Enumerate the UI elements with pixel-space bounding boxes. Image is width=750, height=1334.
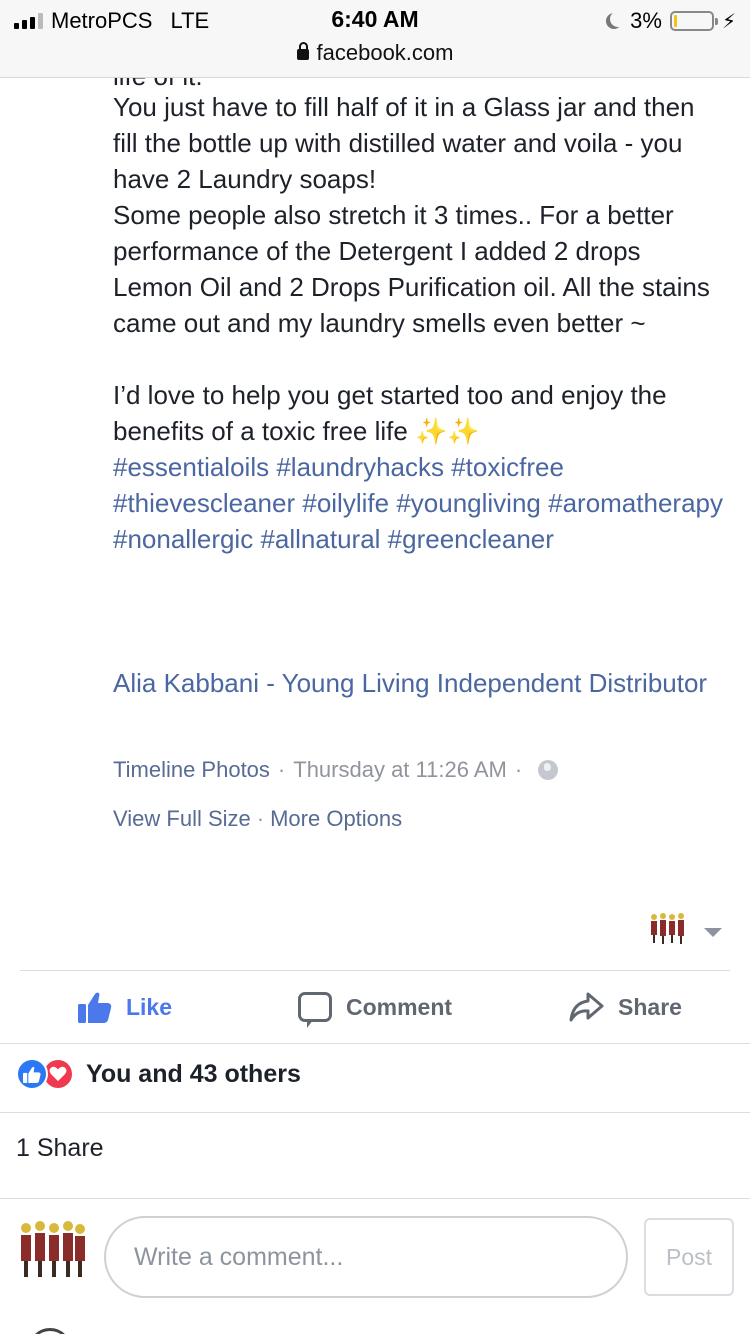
hashtag-link[interactable]: #greencleaner [388,524,554,554]
charging-icon: ⚡︎ [721,10,736,33]
album-link[interactable]: Timeline Photos [113,757,270,783]
photo-links: View Full Size · More Options [113,806,403,832]
comment-label: Comment [345,993,453,1020]
hashtag-link[interactable]: #youngliving [396,488,541,518]
reactor-avatar[interactable] [648,911,690,947]
comment-input[interactable] [104,1216,628,1298]
url-text: facebook.com [316,40,454,65]
post-action-bar: Like Comment Share [0,972,750,1042]
post-body: You just have to fill half of it in a Gl… [113,89,723,557]
hashtag-link[interactable]: #essentialoils [113,452,269,482]
divider [0,1112,750,1113]
comment-button[interactable]: Comment [250,972,500,1042]
battery-icon [669,11,718,31]
system-indicators: 3% ⚡︎ [606,8,736,34]
hashtag-link[interactable]: #thievescleaner [113,488,295,518]
hashtag-link[interactable]: #nonallergic [113,524,253,554]
divider [0,1043,750,1044]
status-bar: MetroPCS LTE 6:40 AM 3% ⚡︎ facebook.com [0,0,750,78]
post-closing: I’d love to help you get started too and… [113,377,723,449]
reactions-count-text: You and 43 others [86,1059,301,1088]
reactions-summary[interactable]: You and 43 others [16,1058,301,1090]
post-comment-button[interactable]: Post [644,1218,734,1296]
comment-bubble-icon [297,992,332,1028]
like-reaction-icon [16,1058,48,1090]
chevron-down-icon[interactable] [704,928,722,937]
sparkles-emoji: ✨✨ [415,416,480,446]
hashtag-link[interactable]: #toxicfree [451,452,564,482]
divider [20,970,730,971]
address-bar[interactable]: facebook.com [0,40,750,66]
share-button[interactable]: Share [500,972,750,1042]
post-paragraph: You just have to fill half of it in a Gl… [113,92,695,194]
user-avatar [16,1218,90,1286]
post-paragraph: Some people also stretch it 3 times.. Fo… [113,200,710,338]
post-meta: Timeline Photos · Thursday at 11:26 AM · [113,757,559,783]
closing-text: I’d love to help you get started too and… [113,380,667,446]
share-label: Share [618,993,682,1020]
hashtag-link[interactable]: #laundryhacks [276,452,444,482]
view-full-size-link[interactable]: View Full Size [113,806,251,832]
more-options-link[interactable]: More Options [270,806,402,832]
like-button[interactable]: Like [0,972,250,1042]
globe-icon [538,760,559,780]
do-not-disturb-icon [610,11,626,27]
share-arrow-icon [569,992,604,1022]
next-item-avatar-peek [28,1328,72,1334]
hashtag-link[interactable]: #aromatherapy [548,488,723,518]
divider [0,1198,750,1199]
like-label: Like [125,993,173,1020]
hashtag-list: #essentialoils #laundryhacks #toxicfree … [113,449,723,557]
shares-count[interactable]: 1 Share [16,1134,104,1163]
battery-percent: 3% [630,8,662,33]
post-timestamp[interactable]: Thursday at 11:26 AM [293,757,507,783]
hashtag-link[interactable]: #allnatural [260,524,380,554]
lock-icon [296,42,309,60]
thumbs-up-icon [77,992,112,1023]
author-link[interactable]: Alia Kabbani - Young Living Independent … [113,665,713,701]
hashtag-link[interactable]: #oilylife [302,488,389,518]
